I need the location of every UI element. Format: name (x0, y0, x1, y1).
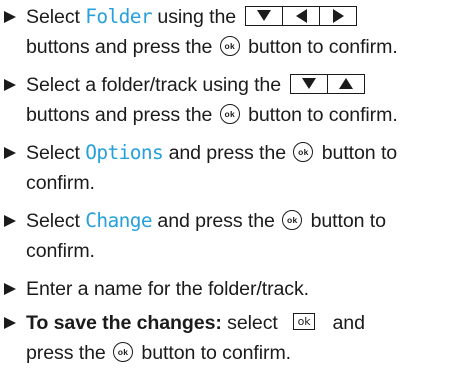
ok-button-icon: ok (293, 141, 314, 162)
step-text: using the (157, 6, 237, 28)
arrow-down-key-icon (246, 7, 282, 25)
list-item: To save the changes: select ok and press… (4, 308, 456, 368)
navigation-keys (245, 5, 358, 26)
bullet-triangle-icon (4, 147, 16, 159)
step-text: Select (26, 210, 80, 232)
arrow-down-key-icon (291, 75, 327, 93)
step-text: Select (26, 142, 80, 164)
step-text: button to confirm. (141, 342, 292, 364)
list-item: Enter a name for the folder/track. (4, 274, 456, 304)
step-text: Enter a name for the folder/track. (26, 278, 310, 300)
ok-button-icon: ok (219, 35, 240, 56)
step-text: select (227, 312, 278, 334)
step-text: button to confirm. (248, 104, 398, 126)
arrow-left-key-icon (282, 6, 319, 25)
bullet-triangle-icon (4, 215, 16, 227)
list-item: Select a folder/track using the buttons … (4, 70, 456, 130)
bullet-triangle-icon (4, 79, 16, 91)
navigation-keys (290, 73, 366, 94)
instruction-list: Select Folder using the buttons and pres… (0, 0, 459, 367)
ok-button-icon: ok (219, 103, 240, 124)
step-text: and press the (168, 142, 287, 164)
step-bold-lead: To save the changes: (26, 312, 222, 334)
arrow-right-key-icon (319, 6, 356, 25)
step-text: button to confirm. (248, 36, 398, 58)
menu-item-options: Options (85, 141, 164, 164)
step-text: and press the (157, 210, 275, 232)
step-text: button to (310, 210, 386, 232)
ok-softkey-icon: ok (293, 313, 316, 331)
list-item: Select Folder using the buttons and pres… (4, 2, 456, 62)
step-text: confirm. (26, 240, 95, 262)
bullet-triangle-icon (4, 317, 16, 329)
list-item: Select Change and press the ok button to… (4, 206, 456, 266)
step-text: and (332, 312, 365, 334)
step-text: Select a folder/track using the (26, 74, 282, 96)
step-text: buttons and press the (26, 104, 213, 126)
menu-item-change: Change (85, 209, 153, 232)
ok-button-icon: ok (113, 341, 134, 362)
step-text: confirm. (26, 172, 95, 194)
arrow-up-key-icon (327, 74, 364, 93)
ok-button-icon: ok (282, 209, 303, 230)
menu-item-folder: Folder (85, 5, 153, 28)
list-item: Select Options and press the ok button t… (4, 138, 456, 198)
bullet-triangle-icon (4, 283, 16, 295)
step-text: press the (26, 342, 106, 364)
bullet-triangle-icon (4, 11, 16, 23)
step-text: Select (26, 6, 80, 28)
step-text: buttons and press the (26, 36, 213, 58)
step-text: button to (321, 142, 398, 164)
